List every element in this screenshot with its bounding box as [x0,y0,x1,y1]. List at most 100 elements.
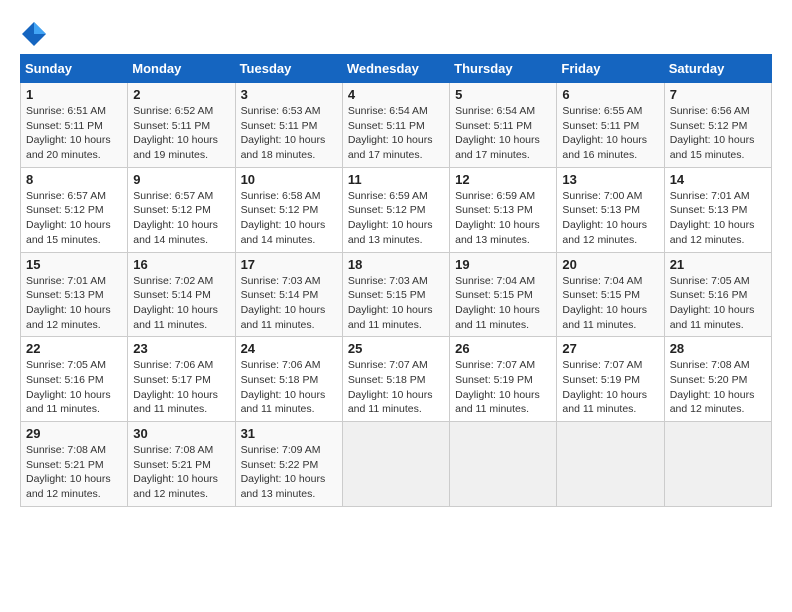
day-info: Sunrise: 7:00 AM Sunset: 5:13 PM Dayligh… [562,189,658,248]
calendar-cell: 6Sunrise: 6:55 AM Sunset: 5:11 PM Daylig… [557,83,664,168]
day-info: Sunrise: 6:53 AM Sunset: 5:11 PM Dayligh… [241,104,337,163]
day-info: Sunrise: 7:04 AM Sunset: 5:15 PM Dayligh… [455,274,551,333]
calendar-cell: 19 Sunrise: 7:04 AM Sunset: 5:15 PM Dayli… [450,252,557,337]
day-number: 24 [241,341,337,356]
calendar-cell: 5 Sunrise: 6:54 AM Sunset: 5:11 PM Daylig… [450,83,557,168]
day-number: 12 [455,172,551,187]
calendar-cell: 28 Sunrise: 7:08 AM Sunset: 5:20 PM Dayli… [664,337,771,422]
day-number: 11 [348,172,444,187]
day-info: Sunrise: 6:57 AM Sunset: 5:12 PM Dayligh… [26,189,122,248]
calendar-cell: 20Sunrise: 7:04 AM Sunset: 5:15 PM Dayli… [557,252,664,337]
day-number: 9 [133,172,229,187]
calendar-cell: 1 Sunrise: 6:51 AM Sunset: 5:11 PM Daylig… [21,83,128,168]
day-info: Sunrise: 6:56 AM Sunset: 5:12 PM Dayligh… [670,104,766,163]
day-number: 17 [241,257,337,272]
calendar-cell: 3 Sunrise: 6:53 AM Sunset: 5:11 PM Daylig… [235,83,342,168]
day-number: 16 [133,257,229,272]
calendar-week-2: 8 Sunrise: 6:57 AM Sunset: 5:12 PM Daylig… [21,167,772,252]
day-number: 10 [241,172,337,187]
calendar-cell: 16 Sunrise: 7:02 AM Sunset: 5:14 PM Dayli… [128,252,235,337]
calendar-cell: 15 Sunrise: 7:01 AM Sunset: 5:13 PM Dayli… [21,252,128,337]
calendar-cell: 13 Sunrise: 7:00 AM Sunset: 5:13 PM Dayli… [557,167,664,252]
day-info: Sunrise: 7:08 AM Sunset: 5:20 PM Dayligh… [670,358,766,417]
day-info: Sunrise: 6:57 AM Sunset: 5:12 PM Dayligh… [133,189,229,248]
day-number: 7 [670,87,766,102]
day-info: Sunrise: 6:54 AM Sunset: 5:11 PM Dayligh… [348,104,444,163]
calendar-header-friday: Friday [557,55,664,83]
day-info: Sunrise: 6:51 AM Sunset: 5:11 PM Dayligh… [26,104,122,163]
day-number: 5 [455,87,551,102]
calendar-cell: 7 Sunrise: 6:56 AM Sunset: 5:12 PM Daylig… [664,83,771,168]
day-info: Sunrise: 7:07 AM Sunset: 5:19 PM Dayligh… [562,358,658,417]
day-info: Sunrise: 7:07 AM Sunset: 5:18 PM Dayligh… [348,358,444,417]
day-info: Sunrise: 7:05 AM Sunset: 5:16 PM Dayligh… [26,358,122,417]
calendar-cell [664,422,771,507]
calendar-cell: 8 Sunrise: 6:57 AM Sunset: 5:12 PM Daylig… [21,167,128,252]
calendar-week-3: 15 Sunrise: 7:01 AM Sunset: 5:13 PM Dayli… [21,252,772,337]
day-number: 25 [348,341,444,356]
day-info: Sunrise: 6:54 AM Sunset: 5:11 PM Dayligh… [455,104,551,163]
calendar-cell: 30 Sunrise: 7:08 AM Sunset: 5:21 PM Dayli… [128,422,235,507]
day-info: Sunrise: 7:06 AM Sunset: 5:18 PM Dayligh… [241,358,337,417]
day-info: Sunrise: 7:03 AM Sunset: 5:14 PM Dayligh… [241,274,337,333]
day-number: 2 [133,87,229,102]
day-info: Sunrise: 7:02 AM Sunset: 5:14 PM Dayligh… [133,274,229,333]
day-info: Sunrise: 6:59 AM Sunset: 5:12 PM Dayligh… [348,189,444,248]
day-number: 31 [241,426,337,441]
calendar-cell: 27 Sunrise: 7:07 AM Sunset: 5:19 PM Dayli… [557,337,664,422]
calendar-cell: 23 Sunrise: 7:06 AM Sunset: 5:17 PM Dayli… [128,337,235,422]
day-info: Sunrise: 7:09 AM Sunset: 5:22 PM Dayligh… [241,443,337,502]
day-number: 15 [26,257,122,272]
day-number: 8 [26,172,122,187]
calendar-cell: 10 Sunrise: 6:58 AM Sunset: 5:12 PM Dayli… [235,167,342,252]
day-number: 19 [455,257,551,272]
page-header [20,20,772,48]
calendar-cell: 26 Sunrise: 7:07 AM Sunset: 5:19 PM Dayli… [450,337,557,422]
calendar-header-monday: Monday [128,55,235,83]
day-number: 21 [670,257,766,272]
calendar-cell [450,422,557,507]
calendar-cell: 31 Sunrise: 7:09 AM Sunset: 5:22 PM Dayli… [235,422,342,507]
day-info: Sunrise: 6:55 AM Sunset: 5:11 PM Dayligh… [562,104,658,163]
calendar-header-tuesday: Tuesday [235,55,342,83]
day-info: Sunrise: 7:03 AM Sunset: 5:15 PM Dayligh… [348,274,444,333]
day-number: 13 [562,172,658,187]
day-info: Sunrise: 6:58 AM Sunset: 5:12 PM Dayligh… [241,189,337,248]
calendar-cell: 12 Sunrise: 6:59 AM Sunset: 5:13 PM Dayli… [450,167,557,252]
calendar-week-4: 22 Sunrise: 7:05 AM Sunset: 5:16 PM Dayli… [21,337,772,422]
calendar-cell: 2Sunrise: 6:52 AM Sunset: 5:11 PM Daylig… [128,83,235,168]
day-number: 26 [455,341,551,356]
day-info: Sunrise: 7:06 AM Sunset: 5:17 PM Dayligh… [133,358,229,417]
calendar-cell: 17 Sunrise: 7:03 AM Sunset: 5:14 PM Dayli… [235,252,342,337]
calendar-week-5: 29 Sunrise: 7:08 AM Sunset: 5:21 PM Dayli… [21,422,772,507]
day-info: Sunrise: 7:01 AM Sunset: 5:13 PM Dayligh… [670,189,766,248]
day-info: Sunrise: 6:59 AM Sunset: 5:13 PM Dayligh… [455,189,551,248]
calendar-header-thursday: Thursday [450,55,557,83]
day-info: Sunrise: 7:08 AM Sunset: 5:21 PM Dayligh… [26,443,122,502]
calendar-cell: 14Sunrise: 7:01 AM Sunset: 5:13 PM Dayli… [664,167,771,252]
calendar-cell: 25 Sunrise: 7:07 AM Sunset: 5:18 PM Dayli… [342,337,449,422]
logo [20,20,52,48]
calendar-cell [342,422,449,507]
calendar-week-1: 1 Sunrise: 6:51 AM Sunset: 5:11 PM Daylig… [21,83,772,168]
day-number: 29 [26,426,122,441]
day-number: 28 [670,341,766,356]
day-number: 4 [348,87,444,102]
calendar-cell: 18Sunrise: 7:03 AM Sunset: 5:15 PM Dayli… [342,252,449,337]
logo-icon [20,20,48,48]
day-info: Sunrise: 7:01 AM Sunset: 5:13 PM Dayligh… [26,274,122,333]
calendar-header-wednesday: Wednesday [342,55,449,83]
day-number: 1 [26,87,122,102]
day-info: Sunrise: 7:08 AM Sunset: 5:21 PM Dayligh… [133,443,229,502]
calendar-cell: 11 Sunrise: 6:59 AM Sunset: 5:12 PM Dayli… [342,167,449,252]
day-number: 30 [133,426,229,441]
calendar-body: 1 Sunrise: 6:51 AM Sunset: 5:11 PM Daylig… [21,83,772,507]
calendar-header-sunday: Sunday [21,55,128,83]
day-number: 23 [133,341,229,356]
day-number: 27 [562,341,658,356]
day-number: 22 [26,341,122,356]
calendar-header-row: SundayMondayTuesdayWednesdayThursdayFrid… [21,55,772,83]
day-number: 3 [241,87,337,102]
calendar-header-saturday: Saturday [664,55,771,83]
day-info: Sunrise: 7:07 AM Sunset: 5:19 PM Dayligh… [455,358,551,417]
